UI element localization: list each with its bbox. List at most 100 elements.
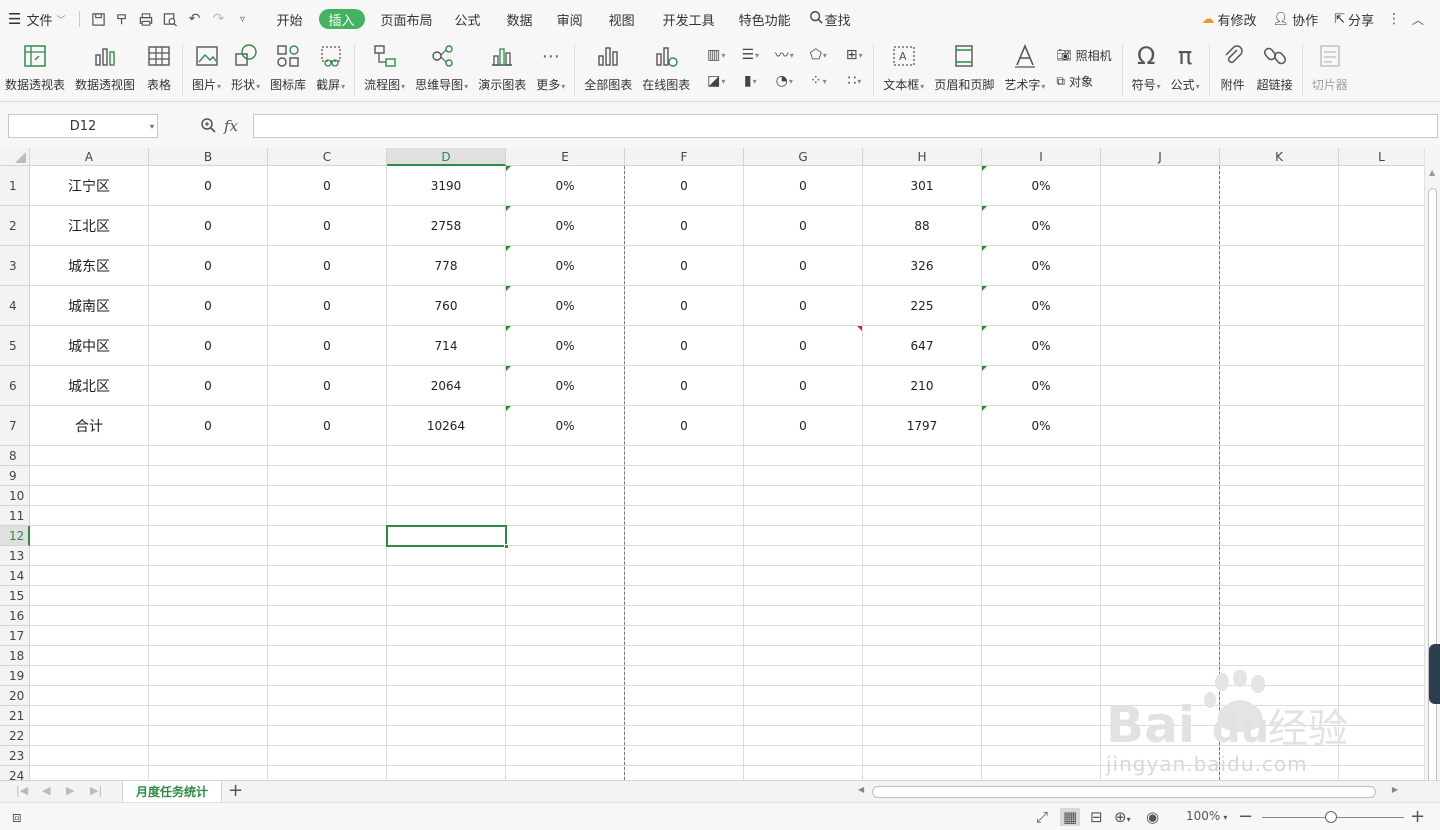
mindmap-button[interactable]: 思维导图▾ <box>410 42 473 98</box>
cell-c23[interactable] <box>268 746 387 765</box>
cell-e6[interactable]: 0% <box>506 366 625 405</box>
cell-c5[interactable]: 0 <box>268 326 387 365</box>
cell-j20[interactable] <box>1101 686 1220 705</box>
cell-f22[interactable] <box>625 726 744 745</box>
cell-e21[interactable] <box>506 706 625 725</box>
cell-j7[interactable] <box>1101 406 1220 445</box>
scroll-right-icon[interactable]: ▶ <box>1392 785 1398 794</box>
cell-l1[interactable] <box>1339 166 1424 205</box>
cell-i21[interactable] <box>982 706 1101 725</box>
cell-j6[interactable] <box>1101 366 1220 405</box>
cell-d18[interactable] <box>387 646 506 665</box>
cell-a5[interactable]: 城中区 <box>30 326 149 365</box>
scrollbar-thumb[interactable] <box>872 786 1376 798</box>
cell-e16[interactable] <box>506 606 625 625</box>
cell-h10[interactable] <box>863 486 982 505</box>
formula-input[interactable] <box>253 114 1438 138</box>
row-header[interactable]: 5 <box>0 326 30 366</box>
cell-a20[interactable] <box>30 686 149 705</box>
cell-c8[interactable] <box>268 446 387 465</box>
table-button[interactable]: 表格 <box>140 42 178 98</box>
cell-d16[interactable] <box>387 606 506 625</box>
tab-data[interactable]: 数据 <box>495 0 545 38</box>
redo-icon[interactable]: ↷ <box>206 0 230 38</box>
cell-b19[interactable] <box>149 666 268 685</box>
column-header-d[interactable]: D <box>387 148 506 166</box>
cell-i24[interactable] <box>982 766 1101 780</box>
fill-handle[interactable] <box>504 544 509 549</box>
cell-g22[interactable] <box>744 726 863 745</box>
cell-h16[interactable] <box>863 606 982 625</box>
customize-toolbar-icon[interactable]: ▿ <box>230 0 254 38</box>
row-header[interactable]: 20 <box>0 686 30 706</box>
cell-i1[interactable]: 0% <box>982 166 1101 205</box>
cell-k3[interactable] <box>1220 246 1339 285</box>
cell-i14[interactable] <box>982 566 1101 585</box>
cell-l9[interactable] <box>1339 466 1424 485</box>
cell-a23[interactable] <box>30 746 149 765</box>
cell-h9[interactable] <box>863 466 982 485</box>
cell-e20[interactable] <box>506 686 625 705</box>
radar-chart-icon[interactable]: ⬠ ▾ <box>801 42 835 68</box>
row-header[interactable]: 21 <box>0 706 30 726</box>
cell-f12[interactable] <box>625 526 744 545</box>
cell-i23[interactable] <box>982 746 1101 765</box>
cell-d14[interactable] <box>387 566 506 585</box>
cell-e4[interactable]: 0% <box>506 286 625 325</box>
cell-g16[interactable] <box>744 606 863 625</box>
cell-j8[interactable] <box>1101 446 1220 465</box>
cell-e2[interactable]: 0% <box>506 206 625 245</box>
tab-formulas[interactable]: 公式 <box>441 0 495 38</box>
cell-d2[interactable]: 2758 <box>387 206 506 245</box>
cell-k19[interactable] <box>1220 666 1339 685</box>
cell-g5[interactable]: 0 <box>744 326 863 365</box>
cell-b8[interactable] <box>149 446 268 465</box>
cell-c6[interactable]: 0 <box>268 366 387 405</box>
vertical-scrollbar[interactable]: ▲ <box>1424 148 1440 793</box>
row-header[interactable]: 2 <box>0 206 30 246</box>
zoom-level[interactable]: 100% ▾ <box>1186 809 1227 823</box>
collapse-ribbon-icon[interactable]: ︿ <box>1406 0 1430 38</box>
zoom-slider-knob[interactable] <box>1325 811 1337 823</box>
cell-l19[interactable] <box>1339 666 1424 685</box>
cell-a2[interactable]: 江北区 <box>30 206 149 245</box>
cell-f11[interactable] <box>625 506 744 525</box>
fx-button[interactable]: fx <box>224 117 238 135</box>
cell-j19[interactable] <box>1101 666 1220 685</box>
cell-k10[interactable] <box>1220 486 1339 505</box>
cell-l11[interactable] <box>1339 506 1424 525</box>
row-header[interactable]: 7 <box>0 406 30 446</box>
cell-f7[interactable]: 0 <box>625 406 744 445</box>
cell-g13[interactable] <box>744 546 863 565</box>
cell-h17[interactable] <box>863 626 982 645</box>
cell-e10[interactable] <box>506 486 625 505</box>
cell-k12[interactable] <box>1220 526 1339 545</box>
cell-e13[interactable] <box>506 546 625 565</box>
header-footer-button[interactable]: 页眉和页脚 <box>929 42 999 98</box>
cell-h23[interactable] <box>863 746 982 765</box>
horizontal-scrollbar[interactable]: ◀ ▶ <box>858 784 1398 800</box>
row-header[interactable]: 16 <box>0 606 30 626</box>
cell-i4[interactable]: 0% <box>982 286 1101 325</box>
cell-e15[interactable] <box>506 586 625 605</box>
cell-d9[interactable] <box>387 466 506 485</box>
online-charts-button[interactable]: 在线图表 <box>637 42 695 98</box>
cell-k8[interactable] <box>1220 446 1339 465</box>
row-header[interactable]: 18 <box>0 646 30 666</box>
cell-l20[interactable] <box>1339 686 1424 705</box>
cell-a24[interactable] <box>30 766 149 780</box>
cell-g23[interactable] <box>744 746 863 765</box>
column-header-h[interactable]: H <box>863 148 982 166</box>
cell-a21[interactable] <box>30 706 149 725</box>
cell-a16[interactable] <box>30 606 149 625</box>
cell-d7[interactable]: 10264 <box>387 406 506 445</box>
cell-e12[interactable] <box>506 526 625 545</box>
scroll-up-icon[interactable]: ▲ <box>1429 168 1435 177</box>
cell-c15[interactable] <box>268 586 387 605</box>
cell-b18[interactable] <box>149 646 268 665</box>
object-button[interactable]: ⧉ 对象 <box>1056 68 1111 94</box>
save-icon[interactable] <box>86 0 110 38</box>
cell-b3[interactable]: 0 <box>149 246 268 285</box>
formula-button[interactable]: π 公式▾ <box>1166 42 1205 98</box>
page-break-view-icon[interactable]: ⊟ <box>1090 808 1103 826</box>
